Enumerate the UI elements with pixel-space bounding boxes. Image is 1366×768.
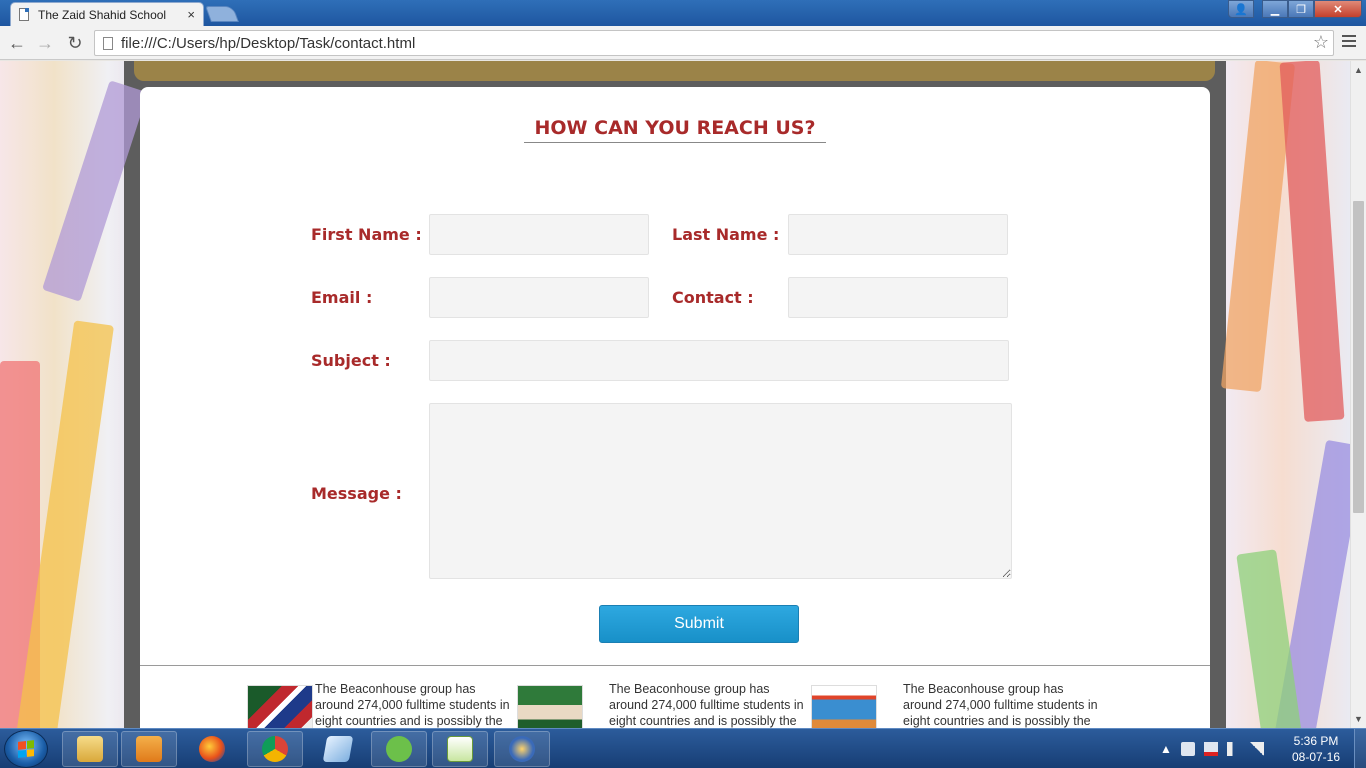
utorrent-icon [386,736,412,762]
browser-menu-icon[interactable] [1342,35,1356,50]
user-profile-button[interactable]: 👤 [1228,0,1254,18]
first-name-input[interactable] [429,214,649,255]
news-text: The Beaconhouse group has around 274,000… [903,682,1098,728]
news-item[interactable]: The Beaconhouse group has around 274,000… [517,681,817,728]
media-player-icon [136,736,162,762]
subject-input[interactable] [429,340,1009,381]
notepad-icon [322,736,354,762]
file-icon [103,36,113,50]
contact-label: Contact : [672,288,754,307]
message-textarea[interactable] [429,403,1012,579]
windows-taskbar: ▲ 5:36 PM 08-07-16 [0,728,1366,768]
email-label: Email : [311,288,373,307]
last-name-input[interactable] [788,214,1008,255]
volume-icon[interactable] [1226,742,1241,756]
taskbar-file-explorer[interactable] [62,731,118,767]
bookmark-star-icon[interactable]: ☆ [1313,32,1329,53]
forward-arrow-icon[interactable]: → [34,32,56,54]
minimize-button[interactable]: ▁ [1262,0,1288,18]
reload-icon[interactable]: ↻ [64,32,86,54]
browser-tab[interactable]: The Zaid Shahid School × [10,2,204,26]
header-gold-bar [134,61,1215,81]
news-thumbnail[interactable] [247,685,313,728]
url-text: file:///C:/Users/hp/Desktop/Task/contact… [121,34,416,52]
notepad-plus-plus-icon [447,736,473,762]
message-label: Message : [311,484,402,503]
browser-toolbar: ← → ↻ file:///C:/Users/hp/Desktop/Task/c… [0,26,1366,60]
maximize-button[interactable]: ❐ [1288,0,1314,18]
email-input[interactable] [429,277,649,318]
pencil-decoration [1279,61,1345,422]
address-bar[interactable]: file:///C:/Users/hp/Desktop/Task/contact… [94,30,1334,56]
new-tab-button[interactable] [205,6,239,22]
taskbar-chrome[interactable] [247,731,303,767]
firefox-icon [199,736,225,762]
clock-date: 08-07-16 [1291,750,1341,764]
show-desktop-button[interactable] [1354,729,1366,768]
first-name-label: First Name : [311,225,422,244]
device-icon[interactable] [1180,742,1195,756]
chrome-icon [262,736,288,762]
tab-close-icon[interactable]: × [187,7,195,22]
taskbar-media-player[interactable] [121,731,177,767]
taskbar-clock[interactable]: 5:36 PM 08-07-16 [1284,733,1348,765]
submit-button[interactable]: Submit [599,605,799,643]
folder-icon [77,736,103,762]
news-thumbnail[interactable] [517,685,583,728]
network-error-icon[interactable] [1203,742,1218,756]
start-button[interactable] [4,730,48,768]
windows-logo-icon [18,740,34,758]
contact-card: HOW CAN YOU REACH US? First Name : Last … [140,87,1210,728]
media-center-icon [509,736,535,762]
tab-title: The Zaid Shahid School [38,7,167,22]
last-name-label: Last Name : [672,225,780,244]
subject-label: Subject : [311,351,391,370]
news-text: The Beaconhouse group has around 274,000… [315,682,510,728]
taskbar-notepad[interactable] [310,731,366,767]
signal-icon[interactable] [1249,742,1264,756]
taskbar-utorrent[interactable] [371,731,427,767]
news-text: The Beaconhouse group has around 274,000… [609,682,804,728]
scroll-down-icon[interactable]: ▼ [1354,714,1363,724]
taskbar-firefox[interactable] [184,731,240,767]
tray-expand-icon[interactable]: ▲ [1160,742,1172,756]
news-item[interactable]: The Beaconhouse group has around 274,000… [247,681,547,728]
news-thumbnail[interactable] [811,685,877,728]
scrollbar-thumb[interactable] [1353,201,1364,513]
page-title: HOW CAN YOU REACH US? [524,117,826,143]
taskbar-media-center[interactable] [494,731,550,767]
news-item[interactable]: The Beaconhouse group has around 274,000… [811,681,1111,728]
back-arrow-icon[interactable]: ← [6,32,28,54]
section-divider [140,665,1210,666]
contact-input[interactable] [788,277,1008,318]
pencil-decoration [41,80,149,302]
browser-titlebar: The Zaid Shahid School × 👤 ▁ ❐ ✕ [0,0,1366,26]
scroll-up-icon[interactable]: ▲ [1354,65,1363,75]
close-window-button[interactable]: ✕ [1314,0,1362,18]
system-tray: ▲ [1160,729,1264,768]
taskbar-notepad-plus-plus[interactable] [432,731,488,767]
clock-time: 5:36 PM [1293,734,1339,748]
page-viewport: HOW CAN YOU REACH US? First Name : Last … [0,61,1350,728]
page-icon [19,8,29,21]
page-scrollbar[interactable]: ▲ ▼ [1350,61,1366,728]
